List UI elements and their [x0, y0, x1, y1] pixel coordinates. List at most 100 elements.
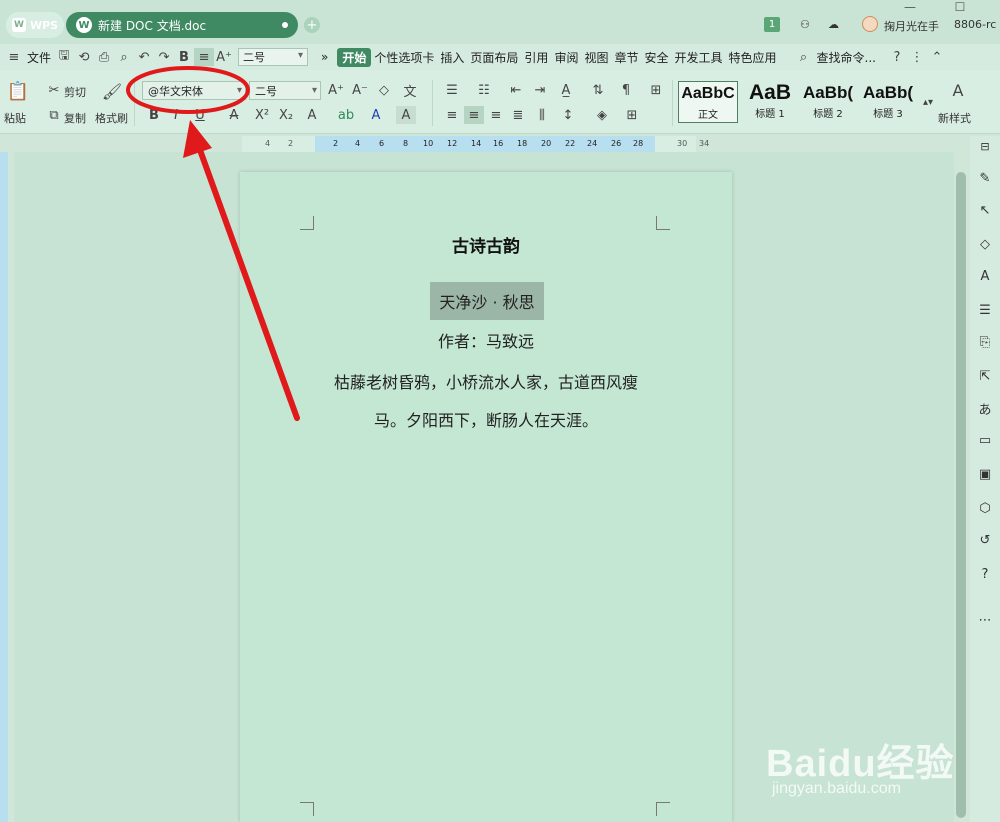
poem-body[interactable]: 枯藤老树昏鸦，小桥流水人家，古道西风瘦 马。夕阳西下，断肠人在天涯。: [310, 364, 662, 440]
align-center-quick-icon[interactable]: ≡: [194, 48, 215, 66]
numbered-list-icon[interactable]: ☷: [474, 81, 494, 99]
new-style-button[interactable]: 新样式: [938, 110, 971, 126]
bullet-list-icon[interactable]: ☰: [442, 81, 462, 99]
document-page[interactable]: 古诗古韵 天净沙 · 秋思 作者：马致远 枯藤老树昏鸦，小桥流水人家，古道西风瘦…: [240, 172, 732, 822]
tab-special[interactable]: 特色应用: [726, 49, 780, 66]
cloud-icon[interactable]: ☁: [828, 18, 839, 31]
tab-chapter[interactable]: 章节: [611, 49, 641, 66]
styles-scroll-icon[interactable]: ▴▾: [918, 82, 938, 122]
font-size-quick-select[interactable]: 二号: [238, 48, 309, 66]
clear-format-icon[interactable]: ◇: [374, 81, 394, 99]
copy-icon[interactable]: ⧉: [44, 106, 64, 124]
font-size-select[interactable]: 二号: [249, 81, 321, 100]
selected-poem-title[interactable]: 天净沙 · 秋思: [430, 282, 544, 320]
vertical-scrollbar[interactable]: [956, 172, 966, 818]
highlight-icon[interactable]: ab: [336, 106, 356, 124]
collapse-ribbon-icon[interactable]: ⌃: [927, 48, 947, 66]
document-title[interactable]: 古诗古韵: [240, 232, 732, 257]
grow-font-icon[interactable]: A⁺: [326, 81, 346, 99]
phonetic-icon[interactable]: 文: [400, 81, 420, 100]
style-heading-3[interactable]: AaBb( 标题 3: [858, 81, 918, 123]
shapes-icon[interactable]: ◇: [977, 236, 993, 252]
more-options-icon[interactable]: ⋮: [907, 48, 927, 66]
chinese-layout-icon[interactable]: A̲: [556, 81, 576, 99]
align-left-icon[interactable]: ≡: [442, 106, 462, 124]
share-icon[interactable]: ⚇: [800, 18, 810, 31]
tab-developer[interactable]: 开发工具: [672, 49, 726, 66]
vertical-ruler[interactable]: [0, 152, 8, 822]
strikethrough-icon[interactable]: A: [224, 106, 244, 124]
limit-editing-icon[interactable]: ⎘: [977, 334, 993, 350]
decrease-indent-icon[interactable]: ⇤: [506, 81, 526, 99]
char-shading-icon[interactable]: A: [396, 106, 416, 124]
subscript-icon[interactable]: X₂: [276, 106, 296, 124]
align-center-icon[interactable]: ≡: [464, 106, 484, 124]
show-marks-icon[interactable]: ¶: [616, 81, 636, 99]
archive-icon[interactable]: ▭: [977, 432, 993, 448]
sort-icon[interactable]: ⇅: [588, 81, 608, 99]
redo-icon[interactable]: ↷: [154, 48, 174, 66]
more-toolbar-icon[interactable]: »: [318, 50, 331, 64]
style-heading-2[interactable]: AaBb( 标题 2: [798, 81, 858, 123]
shrink-font-icon[interactable]: A⁻: [350, 81, 370, 99]
file-menu[interactable]: 文件: [24, 49, 54, 66]
tab-view[interactable]: 视图: [581, 49, 611, 66]
avatar[interactable]: [862, 16, 878, 32]
tab-review[interactable]: 审阅: [551, 49, 581, 66]
history-icon[interactable]: ↺: [977, 532, 993, 548]
edit-pen-icon[interactable]: ✎: [977, 170, 993, 186]
increase-indent-icon[interactable]: ⇥: [530, 81, 550, 99]
command-search[interactable]: 查找命令...: [814, 49, 879, 66]
image-icon[interactable]: ▣: [977, 466, 993, 482]
new-style-icon[interactable]: A: [948, 81, 968, 100]
style-set-icon[interactable]: A: [977, 268, 993, 284]
wps-home-tab[interactable]: W WPS: [6, 12, 64, 38]
paste-button[interactable]: 粘贴: [4, 110, 26, 126]
format-painter-icon[interactable]: 🖌: [102, 82, 122, 101]
font-name-select[interactable]: @华文宋体: [142, 81, 246, 100]
bold-icon[interactable]: B: [144, 106, 164, 124]
share-export-icon[interactable]: ⇱: [977, 368, 993, 384]
copy-button[interactable]: 复制: [64, 110, 86, 126]
font-color-icon[interactable]: A: [366, 106, 386, 124]
tab-security[interactable]: 安全: [641, 49, 671, 66]
grow-font-quick-icon[interactable]: A⁺: [214, 48, 234, 66]
translate-icon[interactable]: あ: [977, 400, 993, 418]
undo-history-icon[interactable]: ⟲: [74, 48, 94, 66]
more-icon[interactable]: ⋯: [977, 612, 993, 628]
print-preview-icon[interactable]: ⌕: [114, 48, 134, 66]
shading-icon[interactable]: ◈: [592, 106, 612, 124]
poem-author[interactable]: 作者：马致远: [240, 328, 732, 352]
help-icon[interactable]: ?: [887, 48, 907, 66]
cut-button[interactable]: 剪切: [64, 84, 86, 100]
tab-home[interactable]: 开始: [337, 47, 372, 67]
table-borders-icon[interactable]: ⊞: [646, 81, 666, 99]
borders-icon[interactable]: ⊞: [622, 106, 642, 124]
format-painter-button[interactable]: 格式刷: [95, 110, 128, 126]
tab-page-layout[interactable]: 页面布局: [467, 49, 521, 66]
distributed-icon[interactable]: ⫼: [532, 106, 552, 124]
tab-personal[interactable]: 个性选项卡: [371, 49, 437, 66]
security-icon[interactable]: ⬡: [977, 500, 993, 516]
add-tab-icon[interactable]: +: [304, 17, 320, 33]
superscript-icon[interactable]: X²: [252, 106, 272, 124]
maximize-icon[interactable]: ☐: [950, 0, 970, 14]
paste-icon[interactable]: 📋: [7, 81, 29, 102]
minimize-icon[interactable]: —: [900, 0, 920, 14]
username[interactable]: 掬月光在手: [884, 18, 939, 34]
document-tab[interactable]: W 新建 DOC 文档.doc: [66, 12, 298, 38]
save-icon[interactable]: 🖫: [54, 48, 74, 66]
italic-icon[interactable]: I: [166, 106, 186, 124]
tab-references[interactable]: 引用: [521, 49, 551, 66]
print-icon[interactable]: ⎙: [94, 48, 114, 66]
undo-icon[interactable]: ↶: [134, 48, 154, 66]
align-right-icon[interactable]: ≡: [486, 106, 506, 124]
search-icon[interactable]: ⌕: [794, 48, 814, 66]
scissors-icon[interactable]: ✂: [44, 81, 64, 99]
text-effect-icon[interactable]: A: [302, 106, 322, 124]
properties-icon[interactable]: ☰: [977, 302, 993, 318]
line-spacing-icon[interactable]: ↕: [558, 106, 578, 124]
style-heading-1[interactable]: AaB 标题 1: [740, 81, 800, 123]
ruler-text-area[interactable]: 2 4 6 8 10 12 14 16 18 20 22 24 26 28: [315, 136, 655, 152]
bold-quick-icon[interactable]: B: [174, 48, 194, 66]
